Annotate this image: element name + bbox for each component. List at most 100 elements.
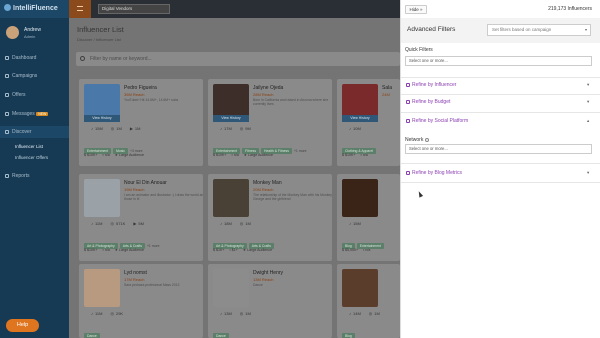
youtube-icon: ▶ — [133, 221, 137, 226]
category-tag[interactable]: Dance — [84, 333, 100, 338]
chevron-down-icon[interactable]: ▾ — [587, 170, 589, 176]
sidebar-item-campaigns[interactable]: Campaigns — [0, 70, 69, 82]
instagram-icon: ◎ — [110, 221, 114, 226]
follower-count: 1M — [245, 221, 251, 226]
section-refine-influencer[interactable]: Refine by Influencer — [406, 82, 456, 88]
influencer-photo[interactable] — [213, 179, 249, 217]
network-input[interactable]: Select one or more... — [405, 144, 592, 154]
category-tag[interactable]: Dance — [213, 333, 229, 338]
influencer-card[interactable]: ♪ 15M Blog Entertainment $ $5,000+ ▪ n/a — [337, 174, 400, 261]
type-value: n/a — [365, 248, 371, 252]
youtube-icon: ▶ — [129, 126, 133, 131]
follower-count: 1M — [134, 126, 141, 131]
report-icon — [5, 174, 9, 178]
menu-toggle-button[interactable] — [69, 0, 91, 18]
page-title: Influencer List — [77, 25, 124, 34]
follower-count: 1M — [245, 311, 251, 316]
influencer-description: Sara pedraza profesional Mass 2013 — [124, 283, 180, 287]
influencer-photo[interactable] — [342, 179, 378, 217]
tiktok-icon: ♪ — [91, 311, 93, 316]
influencer-name[interactable]: Jailyne Ojeda — [253, 85, 283, 91]
tiktok-icon: ♪ — [349, 126, 351, 131]
avatar[interactable] — [6, 26, 19, 39]
influencer-name[interactable]: Monkey Man — [253, 180, 282, 186]
view-history-button[interactable]: View History — [213, 115, 249, 122]
influencer-name[interactable]: Sala — [382, 85, 392, 91]
category-tag[interactable]: Blog — [342, 333, 355, 338]
instagram-icon: ◎ — [368, 311, 373, 316]
section-refine-blog-metrics[interactable]: Refine by Blog Metrics — [406, 170, 462, 176]
influencer-card[interactable]: ♪ 14M ◎ 1M Blog — [337, 264, 400, 338]
reach-value: 17M Reach — [124, 277, 145, 282]
more-tags-link[interactable]: +1 more — [147, 244, 160, 248]
influencer-photo[interactable] — [84, 179, 120, 217]
share-icon — [406, 119, 410, 123]
audience-value: Large Audience — [247, 248, 273, 252]
message-icon — [5, 112, 9, 116]
influencer-photo[interactable] — [342, 269, 378, 307]
price-value: $5,000+ — [345, 248, 359, 252]
tiktok-icon: ♪ — [220, 221, 222, 226]
view-history-button[interactable]: View History — [342, 115, 378, 122]
breadcrumb[interactable]: Discover / Influencer List — [77, 37, 121, 42]
hide-panel-button[interactable]: Hide » — [405, 5, 427, 14]
quick-filters-input[interactable]: Select one or more... — [405, 56, 592, 66]
influencer-card[interactable]: View History Pedro Figueira 35M Reach YouTu… — [79, 79, 203, 166]
influencer-count: 219,173 Influencers — [548, 6, 592, 12]
sidebar-subitem-influencer-offers[interactable]: Influencer Offers — [0, 153, 69, 163]
vendor-select[interactable]: Digital Vendors — [98, 4, 170, 14]
divider — [401, 163, 600, 164]
social-stats: ♪ 15M — [349, 221, 369, 226]
discover-icon — [5, 130, 9, 134]
more-tags-link[interactable]: +1 more — [294, 149, 307, 153]
influencer-photo[interactable] — [213, 269, 249, 307]
social-stats: ♪ 17M ◎ 9M — [220, 126, 259, 131]
sidebar-item-messages[interactable]: Messages NEW — [0, 108, 69, 120]
influencer-card[interactable]: View History Jailyne Ojeda 28M Reach Born i… — [208, 79, 332, 166]
influencer-photo[interactable] — [84, 269, 120, 307]
influencer-card[interactable]: Dwight Henry 13M Reach Dance ♪ 13M ◎ 1M Dance — [208, 264, 332, 338]
influencer-description: I am an animator and illustrator :) I dr… — [124, 193, 203, 202]
follower-count: 9M — [245, 126, 251, 131]
sidebar-item-discover[interactable]: Discover — [0, 126, 69, 138]
chevron-down-icon[interactable]: ▾ — [587, 99, 589, 105]
card-footer: $ $10K+ ▪ n/a — [342, 153, 368, 157]
follower-count: 11M — [95, 221, 103, 226]
social-stats: ♪ 15M ◎ 1M ▶ 1M — [91, 126, 148, 131]
influencer-name[interactable]: Lyd nomst — [124, 270, 147, 276]
search-input[interactable]: Filter by name or keyword... — [76, 52, 400, 66]
chevron-down-icon[interactable]: ▾ — [587, 82, 589, 88]
sidebar-item-offers[interactable]: Offers — [0, 89, 69, 101]
influencer-card[interactable]: View History Sala 24M ♪ 10M Clothing & Appare… — [337, 79, 400, 166]
view-history-button[interactable]: View History — [84, 115, 120, 122]
social-stats: ♪ 13M ◎ 1M — [220, 311, 259, 316]
influencer-name[interactable]: Nour El Din Anouar — [124, 180, 167, 186]
user-role: Admin — [24, 34, 36, 39]
reach-value: 20M Reach — [253, 187, 274, 192]
hamburger-icon — [77, 6, 83, 11]
influencer-card[interactable]: Monkey Man 20M Reach The relationship of t… — [208, 174, 332, 261]
help-button[interactable]: Help — [6, 319, 39, 332]
sidebar-subitem-influencer-list[interactable]: Influencer List — [0, 142, 69, 152]
audience-value: Large Audience — [119, 248, 144, 252]
reach-value: 13M Reach — [253, 277, 274, 282]
price-value: $10K+ — [345, 153, 356, 157]
social-stats: ♪ 18M ◎ 1M — [220, 221, 259, 226]
influencer-card[interactable]: Lyd nomst 17M Reach Sara pedraza profesion… — [79, 264, 203, 338]
influencer-card[interactable]: Nour El Din Anouar 19M Reach I am an anima… — [79, 174, 203, 261]
divider — [401, 94, 600, 95]
sidebar-item-dashboard[interactable]: Dashboard — [0, 52, 69, 64]
person-icon — [406, 83, 410, 87]
influencer-name[interactable]: Dwight Henry — [253, 270, 283, 276]
follower-count: 1M — [374, 311, 380, 316]
influencer-name[interactable]: Pedro Figueira — [124, 85, 157, 91]
divider — [401, 77, 600, 78]
campaign-select[interactable]: Set filters based on campaign ▾ — [487, 24, 591, 36]
section-refine-budget[interactable]: Refine by Budget — [406, 99, 450, 105]
sidebar-item-reports[interactable]: Reports — [0, 170, 69, 182]
instagram-icon: ◎ — [239, 126, 244, 131]
brand-logo[interactable]: IntelliFluence — [0, 0, 69, 18]
chevron-up-icon[interactable]: ▴ — [587, 118, 589, 124]
follower-count: 18M — [224, 221, 232, 226]
section-refine-social-platform[interactable]: Refine by Social Platform — [406, 118, 468, 124]
